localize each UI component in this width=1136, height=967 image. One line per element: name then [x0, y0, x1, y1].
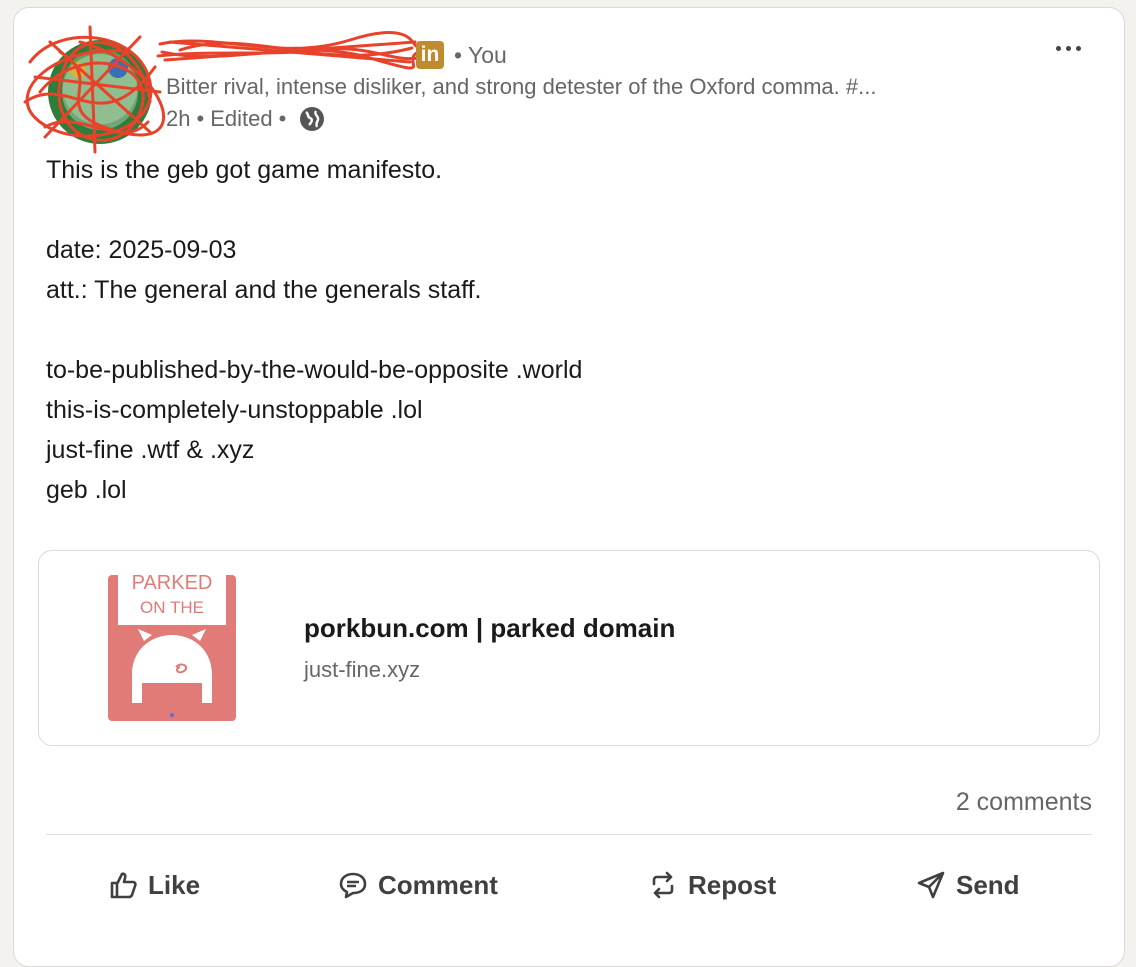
link-domain: just-fine.xyz	[304, 657, 421, 682]
author-name-row: in • You	[166, 38, 507, 72]
comment-button[interactable]: Comment	[338, 858, 498, 912]
post-time: 2h	[166, 106, 191, 131]
post-menu-button[interactable]	[1046, 34, 1090, 62]
post-text-line: geb .lol	[46, 476, 127, 504]
link-title: porkbun.com | parked domain	[304, 613, 676, 643]
thumbs-up-icon	[110, 872, 137, 899]
post-text-line: att.: The general and the generals staff…	[46, 276, 482, 304]
post-text-line	[46, 190, 582, 230]
connection-degree: • You	[454, 41, 507, 68]
author-name-redacted[interactable]	[166, 41, 412, 69]
author-headline[interactable]: Bitter rival, intense disliker, and stro…	[166, 74, 876, 100]
comment-icon	[339, 872, 367, 899]
thumb-text-2: ON THE	[140, 598, 204, 617]
ellipsis-icon	[1055, 45, 1061, 51]
send-label: Send	[956, 869, 1020, 900]
post-text-line	[46, 310, 582, 350]
like-button[interactable]: Like	[108, 858, 200, 912]
post-meta: 2h • Edited •	[166, 105, 326, 133]
link-preview-card[interactable]: PARKED ON THE porkbun.com | parked domai…	[38, 550, 1100, 746]
meta-separator: •	[196, 106, 205, 131]
post-text-line: to-be-published-by-the-would-be-opposite…	[46, 356, 583, 384]
ellipsis-icon	[1065, 45, 1071, 51]
link-thumbnail: PARKED ON THE	[108, 575, 236, 721]
linkedin-badge-icon: in	[416, 41, 444, 69]
globe-icon[interactable]	[298, 105, 326, 133]
post-text-line: This is the geb got game manifesto.	[46, 156, 443, 184]
like-label: Like	[148, 869, 201, 900]
post-body: This is the geb got game manifesto. date…	[46, 150, 582, 510]
repost-icon	[652, 871, 674, 899]
meta-separator: •	[278, 106, 287, 131]
post-actions: Like Comment Repost Send	[46, 858, 1092, 912]
comment-label: Comment	[378, 869, 498, 900]
author-avatar[interactable]	[48, 40, 152, 144]
post-text-line: just-fine .wtf & .xyz	[46, 436, 255, 464]
comments-count-link[interactable]: 2 comments	[956, 788, 1092, 817]
divider	[46, 834, 1092, 835]
send-icon	[917, 871, 945, 899]
repost-label: Repost	[688, 869, 777, 900]
post-text-line: date: 2025-09-03	[46, 236, 237, 264]
ellipsis-icon	[1075, 45, 1081, 51]
repost-button[interactable]: Repost	[648, 858, 776, 912]
post-text-line: this-is-completely-unstoppable .lol	[46, 396, 423, 424]
send-button[interactable]: Send	[916, 858, 1020, 912]
edited-label: Edited	[210, 106, 273, 131]
thumb-text-1: PARKED	[132, 575, 213, 594]
